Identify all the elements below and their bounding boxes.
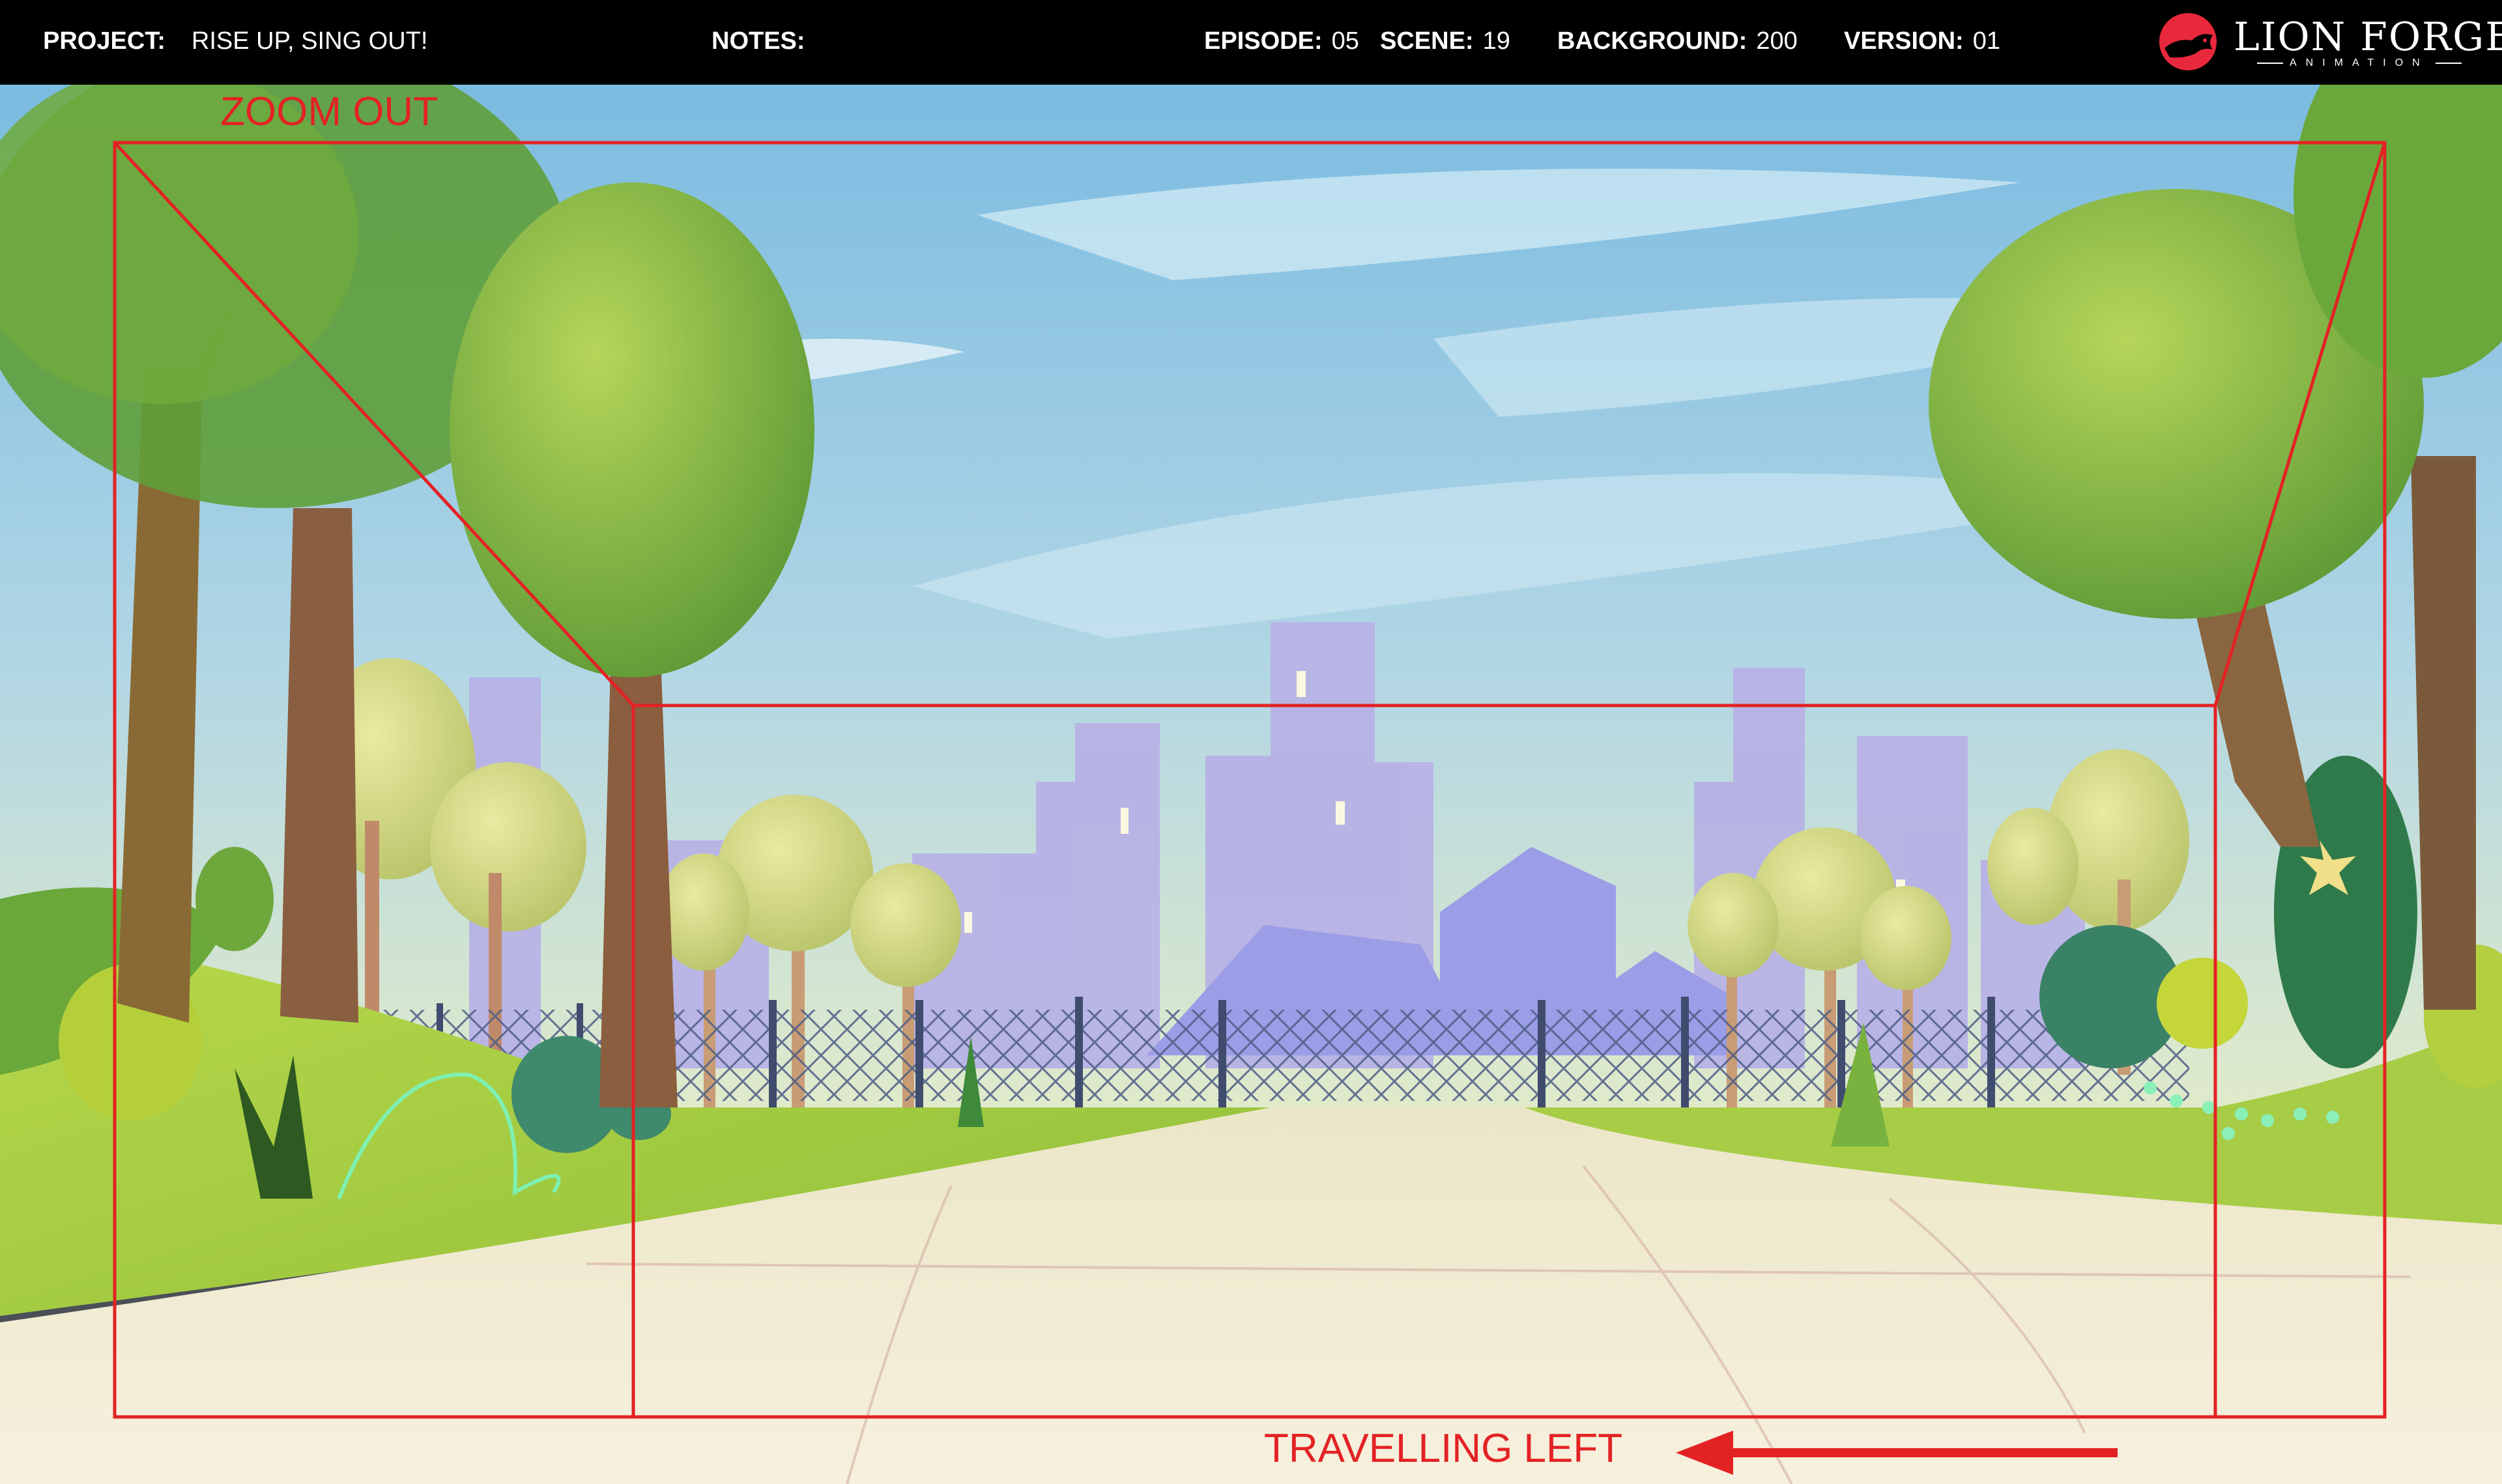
logo-name: LION FORGE [2234, 14, 2502, 60]
project-label: PROJECT: [43, 27, 165, 55]
project-field: PROJECT: RISE UP, SING OUT! [43, 27, 427, 55]
background-value: 200 [1756, 27, 1798, 55]
background-field: BACKGROUND: 200 [1557, 27, 1798, 55]
episode-label: EPISODE: [1204, 27, 1323, 55]
scene-field: SCENE: 19 [1380, 27, 1510, 55]
version-label: VERSION: [1844, 27, 1964, 55]
logo-subtitle: ANIMATION [2250, 57, 2468, 69]
scene-value: 19 [1482, 27, 1510, 55]
lion-forge-logo: LION FORGE ANIMATION [2150, 12, 2502, 72]
zoom-out-annotation: ZOOM OUT [220, 89, 439, 134]
episode-value: 05 [1331, 27, 1359, 55]
header-bar: PROJECT: RISE UP, SING OUT! NOTES: EPISOD… [0, 0, 2502, 85]
notes-field: NOTES: [712, 27, 814, 55]
version-field: VERSION: 01 [1844, 27, 2000, 55]
lion-head-icon [2159, 13, 2217, 70]
episode-field: EPISODE: 05 [1204, 27, 1359, 55]
travelling-left-annotation: TRAVELLING LEFT [1264, 1426, 1623, 1471]
background-artwork [0, 85, 2502, 1484]
scene-label: SCENE: [1380, 27, 1474, 55]
version-value: 01 [1972, 27, 2000, 55]
project-value: RISE UP, SING OUT! [191, 27, 428, 55]
notes-label: NOTES: [712, 27, 805, 55]
background-label: BACKGROUND: [1557, 27, 1747, 55]
